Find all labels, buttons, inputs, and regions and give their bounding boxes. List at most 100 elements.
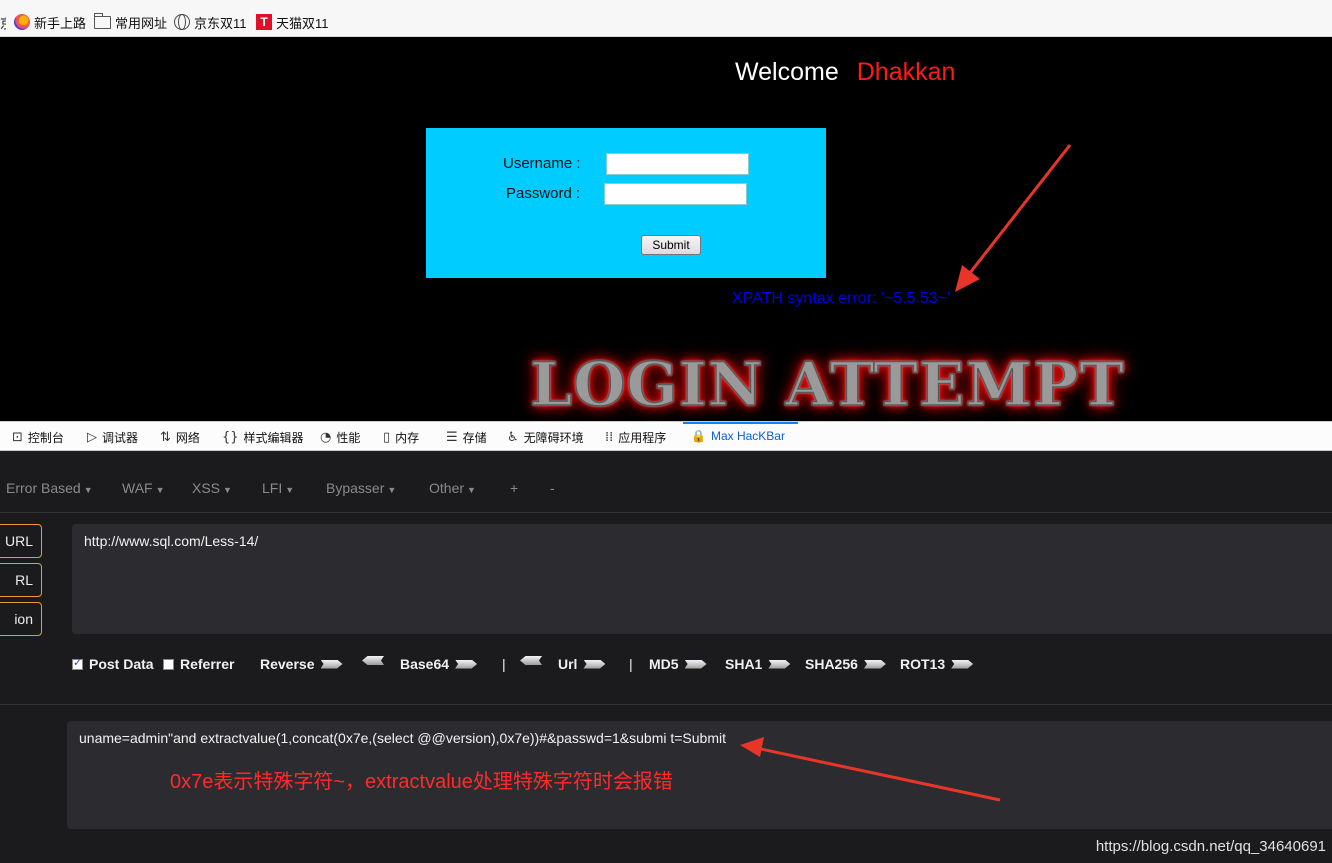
tab-label: 应用程序 (618, 431, 667, 445)
xpath-error-message: XPATH syntax error: '~5.5.53~' (732, 290, 951, 307)
tab-network[interactable]: ⇅ 网络 (160, 429, 200, 446)
sha1-button[interactable]: SHA1 (725, 656, 791, 672)
url-encode-button[interactable]: Url (558, 656, 606, 672)
tab-debugger[interactable]: ▷ 调试器 (87, 429, 138, 446)
url-decode-button[interactable] (520, 656, 542, 665)
option-label: Post Data (89, 656, 154, 672)
submit-button[interactable]: Submit (641, 235, 701, 255)
execution-button[interactable]: ion (0, 602, 42, 636)
checkbox-checked-icon (72, 656, 83, 670)
split-url-button[interactable]: RL (0, 563, 42, 597)
menu-label: LFI (262, 480, 283, 496)
network-icon: ⇅ (160, 430, 171, 445)
devtools-tabbar: ⊡ 控制台 ▷ 调试器 ⇅ 网络 {} 样式编辑器 ◔ 性能 ▯ 内存 ☰ 存储 ♿ 无障碍环境… (0, 421, 1332, 451)
tab-max-hackbar[interactable]: 🔒 Max HacKBar (691, 429, 785, 443)
separator: | (502, 656, 506, 672)
menu-label: Bypasser (326, 480, 385, 496)
option-label: Base64 (400, 656, 450, 672)
post-data-checkbox[interactable]: Post Data (72, 656, 154, 672)
menu-bypasser[interactable]: Bypasser ▼ (326, 480, 396, 496)
tab-label: 控制台 (27, 431, 64, 445)
bookmark-common-sites[interactable]: 常用网址 (94, 12, 168, 31)
hackbar-menu: Error Based ▼ WAF ▼ XSS ▼ LFI ▼ Bypasser ▼ Ot… (0, 461, 1332, 513)
console-icon: ⊡ (12, 430, 23, 445)
menu-xss[interactable]: XSS ▼ (192, 480, 232, 496)
tab-performance[interactable]: ◔ 性能 (320, 429, 360, 446)
option-label: ROT13 (900, 656, 946, 672)
lock-icon: 🔒 (691, 429, 706, 443)
globe-icon (174, 14, 190, 30)
tab-label: 内存 (395, 431, 420, 445)
storage-icon: ☰ (446, 430, 458, 445)
menu-zoom-in[interactable]: + (510, 480, 518, 496)
arrow-right-icon (768, 659, 791, 669)
bookmark-clipped[interactable]: 京 (0, 13, 6, 31)
bookmark-tmall[interactable]: T 天猫双11 (256, 13, 329, 31)
screenshot-root: 京 新手上路 常用网址 京东双11 T 天猫双11 Welcome Dhakkan… (0, 0, 1332, 863)
menu-label: XSS (192, 480, 221, 496)
caret-down-icon: ▼ (285, 485, 295, 495)
option-label: Url (558, 656, 578, 672)
caret-down-icon: ▼ (387, 485, 397, 495)
tab-console[interactable]: ⊡ 控制台 (12, 429, 64, 446)
memory-icon: ▯ (383, 430, 391, 445)
tab-label: 网络 (175, 431, 200, 445)
menu-lfi[interactable]: LFI ▼ (262, 480, 294, 496)
option-label: Reverse (260, 656, 315, 672)
md5-button[interactable]: MD5 (649, 656, 707, 672)
tab-label: 无障碍环境 (523, 431, 584, 445)
caret-down-icon: ▼ (83, 485, 93, 495)
watermark: https://blog.csdn.net/qq_34640691 (1095, 838, 1326, 855)
menu-error-based[interactable]: Error Based ▼ (6, 480, 93, 496)
checkbox-icon (163, 658, 174, 670)
password-input[interactable] (604, 183, 747, 205)
welcome-heading: Welcome Dhakkan (735, 58, 955, 87)
referrer-checkbox[interactable]: Referrer (163, 656, 234, 672)
tab-label: 调试器 (102, 431, 139, 445)
username-label: Username : (503, 155, 581, 172)
tab-label: Max HacKBar (710, 429, 785, 443)
folder-icon (94, 12, 111, 29)
base64-decode-button[interactable] (362, 656, 384, 665)
sha256-button[interactable]: SHA256 (805, 656, 886, 672)
menu-label: Error Based (6, 480, 81, 496)
base64-encode-button[interactable]: Base64 (400, 656, 478, 672)
rot13-button[interactable]: ROT13 (900, 656, 974, 672)
active-tab-indicator (683, 422, 798, 424)
gauge-icon: ◔ (320, 430, 332, 445)
bookmark-newbie[interactable]: 新手上路 (14, 13, 86, 31)
braces-icon: {} (222, 430, 239, 445)
login-form: Username : Password : Submit (426, 128, 826, 278)
bookmark-label: 天猫双11 (276, 15, 329, 31)
menu-zoom-out[interactable]: - (550, 480, 555, 496)
arrow-right-icon (583, 659, 606, 669)
option-label: SHA1 (725, 656, 763, 672)
menu-label: WAF (122, 480, 153, 496)
tab-accessibility[interactable]: ♿ 无障碍环境 (507, 429, 584, 446)
bookmarks-bar: 京 新手上路 常用网址 京东双11 T 天猫双11 (0, 0, 1332, 37)
tab-memory[interactable]: ▯ 内存 (383, 429, 419, 446)
bookmark-label: 新手上路 (34, 15, 87, 31)
tab-application[interactable]: ⁞⁞ 应用程序 (605, 429, 666, 446)
bookmark-jd[interactable]: 京东双11 (174, 13, 247, 31)
debugger-icon: ▷ (87, 430, 97, 445)
option-label: SHA256 (805, 656, 858, 672)
arrow-left-icon (362, 656, 384, 665)
username-input[interactable] (606, 153, 749, 175)
menu-other[interactable]: Other ▼ (429, 480, 476, 496)
arrow-right-icon (455, 659, 478, 669)
menu-waf[interactable]: WAF ▼ (122, 480, 165, 496)
arrow-right-icon (684, 659, 707, 669)
arrow-left-icon (520, 656, 542, 665)
bookmark-label: 京东双11 (194, 15, 247, 31)
tab-storage[interactable]: ☰ 存储 (446, 429, 487, 446)
hackbar-panel: Error Based ▼ WAF ▼ XSS ▼ LFI ▼ Bypasser ▼ Ot… (0, 451, 1332, 863)
divider (0, 704, 1332, 705)
bookmark-label: 常用网址 (115, 15, 168, 31)
reverse-button[interactable]: Reverse (260, 656, 343, 672)
tab-style-editor[interactable]: {} 样式编辑器 (222, 429, 304, 446)
url-textarea[interactable]: http://www.sql.com/Less-14/ (72, 524, 1332, 634)
option-label: MD5 (649, 656, 679, 672)
password-label: Password : (506, 185, 581, 202)
load-url-button[interactable]: URL (0, 524, 42, 558)
